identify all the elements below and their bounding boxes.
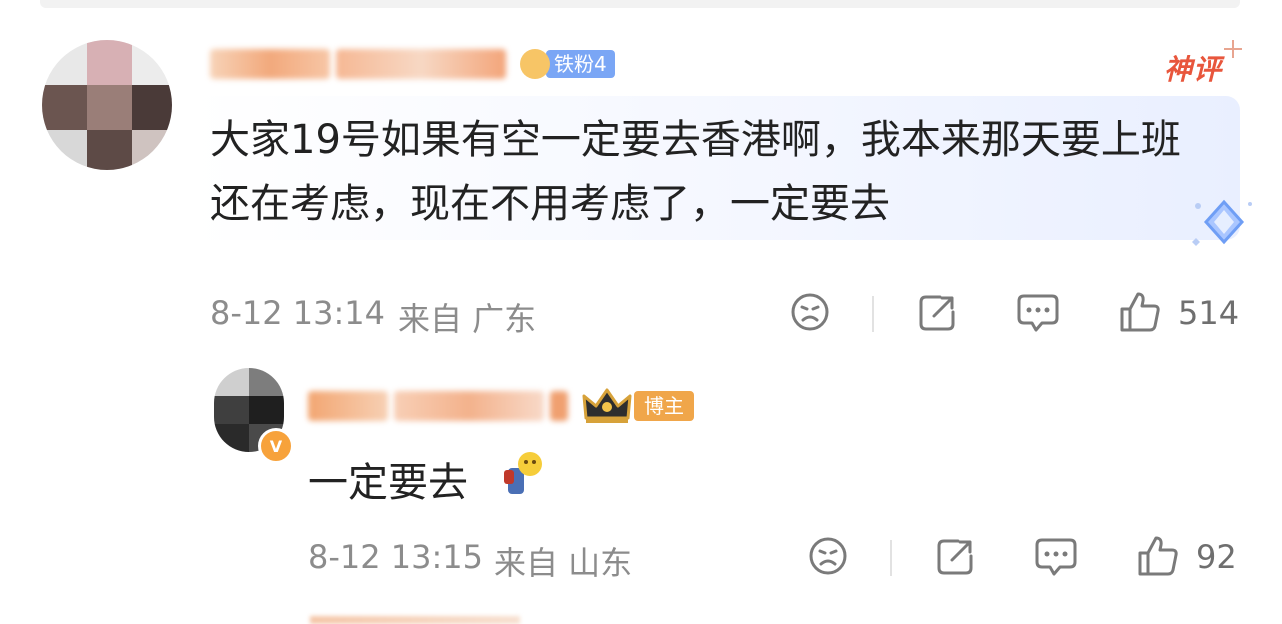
blurred-username — [394, 391, 544, 421]
commenter-username[interactable]: 铁粉4 — [210, 44, 615, 84]
reply-location: 来自 山东 — [494, 544, 633, 582]
fan-badge[interactable]: 铁粉4 — [520, 49, 615, 79]
reply-like-count: 92 — [1196, 538, 1237, 576]
fan-badge-label: 铁粉4 — [546, 50, 615, 78]
blurred-username — [336, 49, 506, 79]
comment-location: 来自 广东 — [398, 300, 537, 338]
thumbs-up-icon[interactable] — [1136, 534, 1180, 578]
frown-face-icon[interactable] — [790, 292, 830, 332]
v-verified-icon: V — [258, 428, 294, 464]
divider — [890, 540, 892, 576]
divider — [872, 296, 874, 332]
thumbs-up-icon[interactable] — [1118, 290, 1162, 334]
blurred-username — [210, 49, 330, 79]
god-comment-badge: 神评 — [1164, 53, 1223, 86]
blurred-username — [550, 391, 568, 421]
share-icon[interactable] — [916, 292, 958, 334]
like-count: 514 — [1178, 294, 1240, 332]
emoji-icon — [504, 452, 542, 494]
reply-date: 8-12 13:15 — [308, 538, 484, 576]
top-divider — [40, 0, 1240, 8]
comment-bubble-icon[interactable] — [1016, 292, 1060, 334]
frown-face-icon[interactable] — [808, 536, 848, 576]
blurred-username — [308, 391, 388, 421]
reply-text: 一定要去 — [308, 460, 468, 506]
comment-bubble-icon[interactable] — [1034, 536, 1078, 578]
commenter-avatar[interactable] — [42, 40, 172, 170]
blogger-badge: 博主 — [634, 391, 694, 421]
crown-icon — [520, 49, 550, 79]
share-icon[interactable] — [934, 536, 976, 578]
comment-date: 8-12 13:14 — [210, 294, 386, 332]
next-reply-preview — [310, 616, 520, 624]
crown-icon — [582, 388, 632, 423]
comment-text: 大家19号如果有空一定要去香港啊，我本来那天要上班还在考虑，现在不用考虑了，一定… — [210, 117, 1181, 227]
diamond-icon — [1192, 199, 1252, 246]
sparkle-icon — [1224, 40, 1242, 58]
blogger-username[interactable]: 博主 — [308, 386, 694, 426]
